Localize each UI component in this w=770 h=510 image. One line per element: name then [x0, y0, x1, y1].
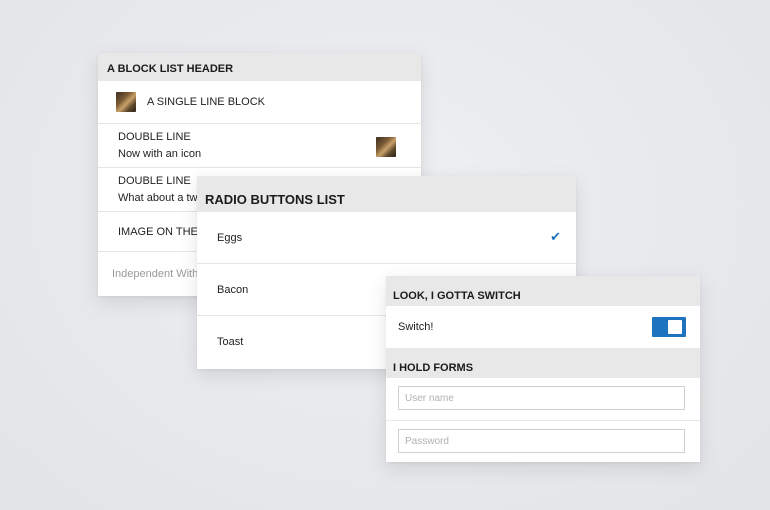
switch-row: Switch! — [386, 306, 700, 348]
image-block-label: IMAGE ON THE — [118, 225, 198, 238]
forms-header: I HOLD FORMS — [386, 348, 700, 378]
double-line-block-icon[interactable]: DOUBLE LINE Now with an icon — [98, 124, 421, 168]
single-line-label: A SINGLE LINE BLOCK — [147, 96, 265, 108]
thumbnail-image-icon — [376, 137, 396, 157]
double-line-subtitle: Now with an icon — [118, 148, 202, 160]
radio-item-label: Toast — [217, 336, 244, 348]
radio-item-label: Bacon — [217, 283, 249, 296]
checkmark-icon: ✔ — [550, 229, 561, 244]
double-line-title: DOUBLE LINE — [118, 131, 191, 143]
independent-label: Independent With — [112, 268, 199, 280]
switch-label: Switch! — [398, 321, 434, 333]
toggle-switch[interactable] — [652, 317, 686, 337]
block-list-header: A BLOCK LIST HEADER — [98, 53, 421, 81]
switch-header: LOOK, I GOTTA SWITCH — [386, 276, 700, 306]
double-line-subtitle: What about a tw — [118, 192, 198, 204]
password-input[interactable] — [398, 429, 685, 453]
single-line-block[interactable]: A SINGLE LINE BLOCK — [98, 81, 421, 124]
radio-list-header: RADIO BUTTONS LIST — [197, 176, 576, 212]
thumbnail-image-icon — [116, 92, 136, 112]
double-line-title: DOUBLE LINE — [118, 175, 191, 187]
username-input[interactable] — [398, 386, 685, 410]
username-row — [386, 378, 700, 421]
password-row — [386, 421, 700, 463]
toggle-knob — [668, 320, 682, 334]
switch-forms-panel: LOOK, I GOTTA SWITCH Switch! I HOLD FORM… — [386, 276, 700, 462]
radio-item-label: Eggs — [217, 231, 243, 244]
radio-item-eggs[interactable]: Eggs ✔ — [197, 212, 576, 264]
